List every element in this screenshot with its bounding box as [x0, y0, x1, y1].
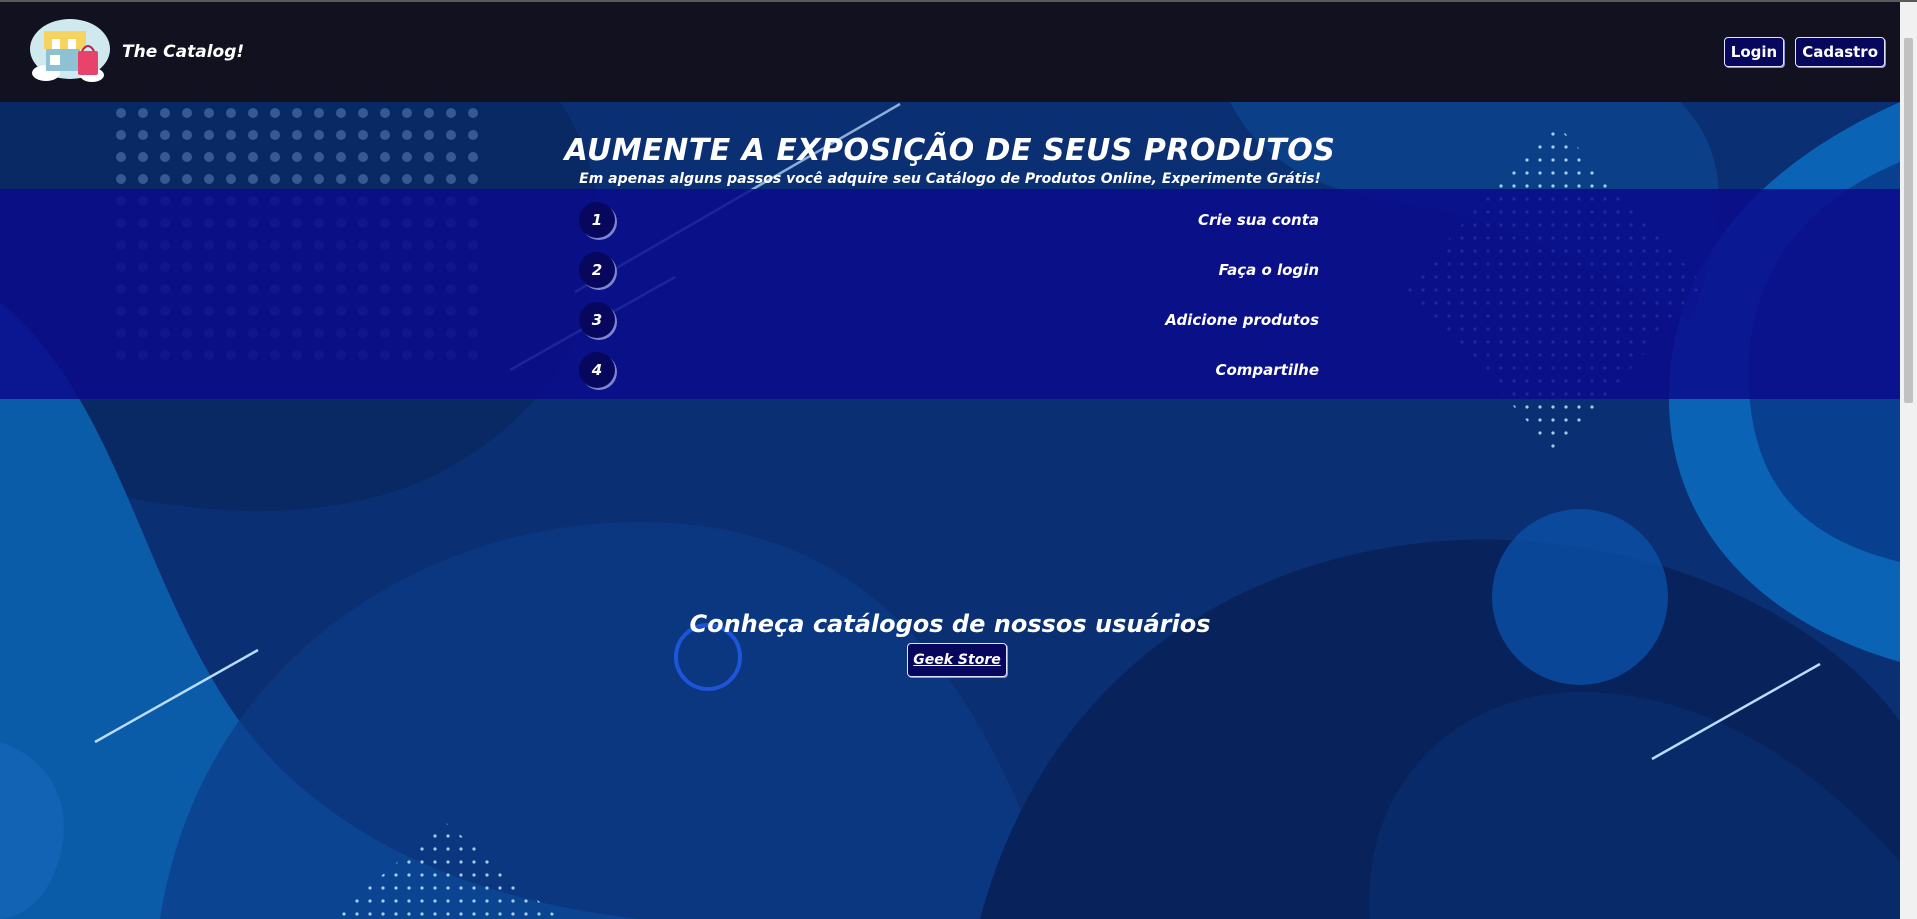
- step-item: 2 Faça o login: [579, 250, 1319, 290]
- step-item: 3 Adicione produtos: [579, 300, 1319, 340]
- step-number: 4: [579, 352, 615, 388]
- step-label: Faça o login: [1218, 261, 1319, 279]
- storefront-shopping-bag-icon: [30, 19, 110, 82]
- hero-title: AUMENTE A EXPOSIÇÃO DE SEUS PRODUTOS: [564, 133, 1336, 168]
- step-number: 1: [579, 202, 615, 238]
- brand-title: The Catalog!: [122, 42, 245, 62]
- store-link-geek-store[interactable]: Geek Store: [907, 643, 1007, 677]
- step-number: 2: [579, 252, 615, 288]
- scrollbar-thumb[interactable]: [1904, 38, 1913, 403]
- step-label: Compartilhe: [1215, 361, 1319, 379]
- navbar: The Catalog! Login Cadastro: [0, 2, 1900, 102]
- step-item: 1 Crie sua conta: [579, 200, 1319, 240]
- steps-list: 1 Crie sua conta 2 Faça o login 3 Adicio…: [0, 189, 1900, 399]
- step-number: 3: [579, 302, 615, 338]
- page-scrollbar[interactable]: [1900, 2, 1917, 919]
- step-item: 4 Compartilhe: [579, 350, 1319, 390]
- catalogs-title: Conheça catálogos de nossos usuários: [689, 610, 1211, 638]
- hero-subtitle: Em apenas alguns passos você adquire seu…: [579, 171, 1321, 187]
- header-actions: Login Cadastro: [1723, 37, 1885, 67]
- brand[interactable]: The Catalog!: [26, 17, 244, 87]
- signup-button[interactable]: Cadastro: [1795, 37, 1885, 67]
- step-label: Crie sua conta: [1197, 211, 1319, 229]
- login-button[interactable]: Login: [1723, 37, 1785, 67]
- step-label: Adicione produtos: [1165, 311, 1319, 329]
